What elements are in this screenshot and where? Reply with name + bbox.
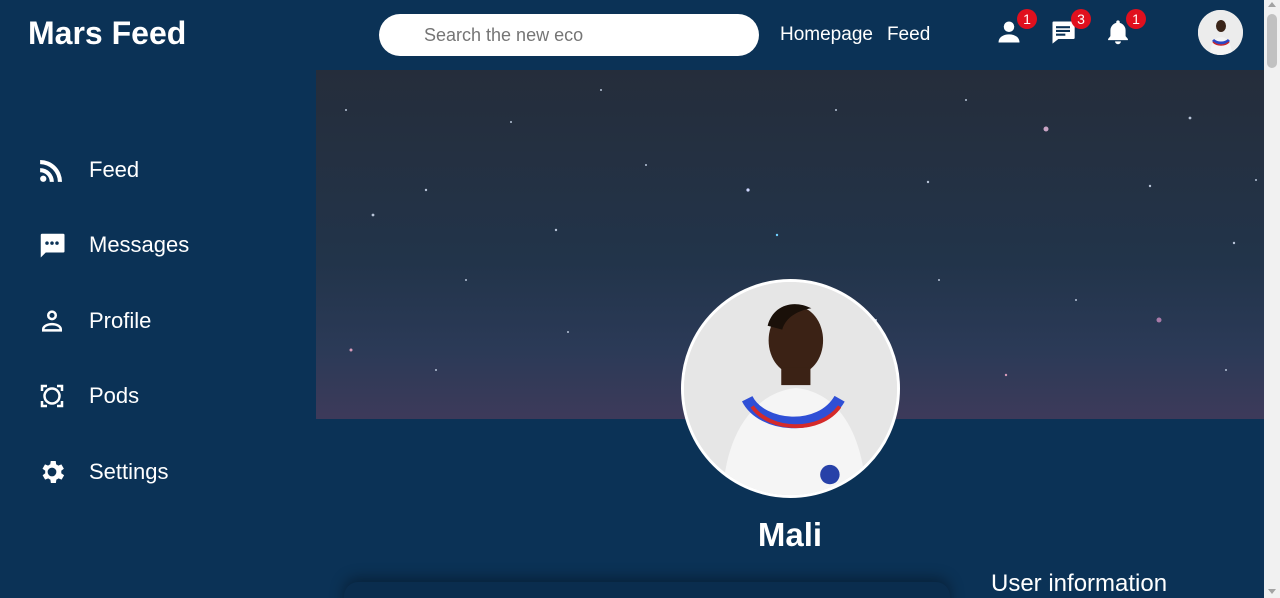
page-scrollbar[interactable] <box>1264 0 1280 598</box>
notifications-badge: 1 <box>1126 9 1146 29</box>
messages-badge: 3 <box>1071 9 1091 29</box>
user-avatar[interactable] <box>1198 10 1243 55</box>
sidebar-item-label: Pods <box>89 383 140 408</box>
sidebar-item-label: Messages <box>89 232 190 257</box>
sidebar-item-label: Feed <box>89 157 140 182</box>
friends-button[interactable]: 1 <box>995 9 1037 48</box>
pods-icon <box>36 380 68 412</box>
sidebar-item-settings[interactable]: Settings <box>36 456 169 488</box>
sidebar-item-pods[interactable]: Pods <box>36 380 139 412</box>
profile-picture[interactable] <box>681 279 900 498</box>
rss-icon <box>36 154 68 186</box>
post-composer-card[interactable] <box>344 582 950 598</box>
sidebar-item-profile[interactable]: Profile <box>36 305 151 337</box>
scroll-thumb[interactable] <box>1267 14 1277 68</box>
scroll-up-arrow-icon[interactable] <box>1268 2 1276 7</box>
nav-link-homepage[interactable]: Homepage <box>780 24 873 46</box>
friends-badge: 1 <box>1017 9 1037 29</box>
gear-icon <box>36 456 68 488</box>
nav-link-feed[interactable]: Feed <box>887 24 930 46</box>
profile-name: Mali <box>757 516 823 553</box>
notifications-button[interactable]: 1 <box>1104 9 1146 48</box>
search-input[interactable] <box>424 24 744 46</box>
person-icon <box>36 305 68 337</box>
search-bar[interactable] <box>379 14 759 56</box>
scroll-down-arrow-icon[interactable] <box>1268 589 1276 594</box>
sidebar: Feed Messages Profile Pods Settings <box>0 70 316 598</box>
sidebar-item-label: Profile <box>89 308 152 333</box>
sidebar-item-messages[interactable]: Messages <box>36 229 189 261</box>
top-bar: Mars Feed Homepage Feed 1 3 1 <box>0 0 1264 70</box>
sidebar-item-label: Settings <box>89 459 169 484</box>
top-nav: Homepage Feed <box>780 24 930 46</box>
app-logo[interactable]: Mars Feed <box>28 15 186 52</box>
messages-button[interactable]: 3 <box>1049 9 1091 48</box>
chat-icon <box>36 229 68 261</box>
sidebar-item-feed[interactable]: Feed <box>36 154 139 186</box>
user-information-title: User information <box>991 570 1168 597</box>
avatar-image <box>1198 10 1243 55</box>
profile-photo <box>684 282 897 495</box>
